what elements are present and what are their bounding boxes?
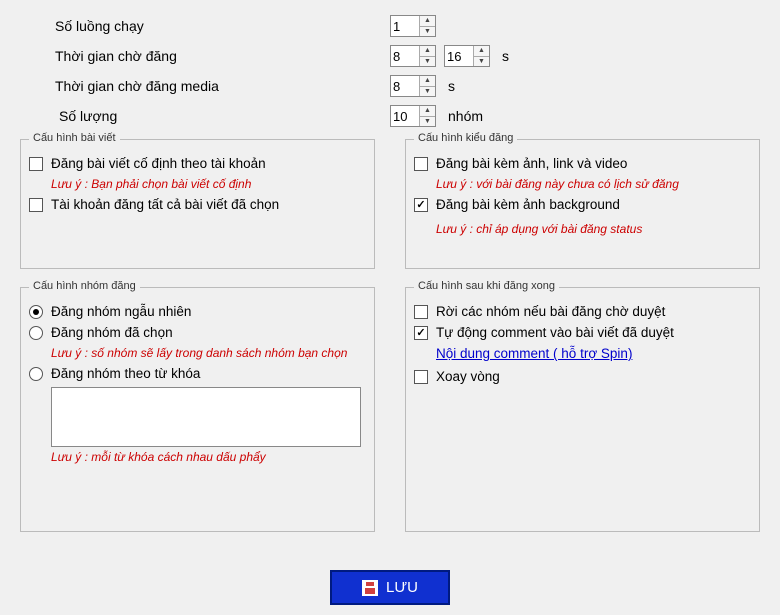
spinner-up-icon[interactable]: ▲ <box>420 46 435 57</box>
bg-label: Đăng bài kèm ảnh background <box>436 197 620 212</box>
wait-media-label: Thời gian chờ đăng media <box>55 78 390 94</box>
post-config-fieldset: Cấu hình bài viết Đăng bài viết cố định … <box>20 139 375 269</box>
random-group-radio[interactable] <box>29 305 43 319</box>
wait-post-min-input[interactable] <box>391 46 419 66</box>
spinner-up-icon[interactable]: ▲ <box>420 76 435 87</box>
wait-post-min-spinner[interactable]: ▲▼ <box>390 45 436 67</box>
random-group-label: Đăng nhóm ngẫu nhiên <box>51 304 191 319</box>
save-button-label: LƯU <box>386 579 418 596</box>
quantity-spinner[interactable]: ▲▼ <box>390 105 436 127</box>
spinner-up-icon[interactable]: ▲ <box>420 106 435 117</box>
auto-comment-label: Tự động comment vào bài viết đã duyệt <box>436 325 674 340</box>
wait-media-spinner[interactable]: ▲▼ <box>390 75 436 97</box>
spinner-down-icon[interactable]: ▼ <box>420 27 435 37</box>
style-config-fieldset: Cấu hình kiểu đăng Đăng bài kèm ảnh, lin… <box>405 139 760 269</box>
fixed-post-label: Đăng bài viết cố định theo tài khoản <box>51 156 266 171</box>
wait-post-max-input[interactable] <box>445 46 473 66</box>
quantity-input[interactable] <box>391 106 419 126</box>
save-button[interactable]: LƯU <box>330 570 450 605</box>
group-config-fieldset: Cấu hình nhóm đăng Đăng nhóm ngẫu nhiên … <box>20 287 375 532</box>
fixed-post-checkbox[interactable] <box>29 157 43 171</box>
chosen-note: Lưu ý : số nhóm sẽ lấy trong danh sách n… <box>51 346 366 360</box>
after-config-fieldset: Cấu hình sau khi đăng xong Rời các nhóm … <box>405 287 760 532</box>
chosen-group-label: Đăng nhóm đã chọn <box>51 325 173 340</box>
comment-content-link[interactable]: Nội dung comment ( hỗ trợ Spin) <box>436 346 751 361</box>
spinner-down-icon[interactable]: ▼ <box>420 57 435 67</box>
wait-media-unit: s <box>448 78 455 94</box>
all-posts-label: Tài khoản đăng tất cả bài viết đã chọn <box>51 197 279 212</box>
chosen-group-radio[interactable] <box>29 326 43 340</box>
media-note: Lưu ý : với bài đăng này chưa có lịch sử… <box>436 177 751 191</box>
save-icon <box>362 580 378 596</box>
threads-input[interactable] <box>391 16 419 36</box>
style-config-legend: Cấu hình kiểu đăng <box>414 132 517 144</box>
spinner-up-icon[interactable]: ▲ <box>474 46 489 57</box>
threads-label: Số luồng chạy <box>55 18 390 34</box>
keyword-group-radio[interactable] <box>29 367 43 381</box>
wait-post-unit: s <box>502 48 509 64</box>
keyword-group-label: Đăng nhóm theo từ khóa <box>51 366 200 381</box>
quantity-unit: nhóm <box>448 108 483 124</box>
after-config-legend: Cấu hình sau khi đăng xong <box>414 280 559 292</box>
wait-post-label: Thời gian chờ đăng <box>55 48 390 64</box>
top-rows: Số luồng chạy ▲▼ Thời gian chờ đăng ▲▼ ▲… <box>20 15 760 127</box>
fixed-post-note: Lưu ý : Bạn phải chọn bài viết cố định <box>51 177 366 191</box>
keyword-note: Lưu ý : mỗi từ khóa cách nhau dấu phẩy <box>51 450 366 464</box>
spinner-down-icon[interactable]: ▼ <box>420 117 435 127</box>
auto-comment-checkbox[interactable] <box>414 326 428 340</box>
media-checkbox[interactable] <box>414 157 428 171</box>
bg-note: Lưu ý : chỉ áp dụng với bài đăng status <box>436 222 751 236</box>
bg-checkbox[interactable] <box>414 198 428 212</box>
rotate-label: Xoay vòng <box>436 369 500 384</box>
keyword-textarea[interactable] <box>51 387 361 447</box>
wait-media-input[interactable] <box>391 76 419 96</box>
spinner-down-icon[interactable]: ▼ <box>474 57 489 67</box>
threads-spinner[interactable]: ▲▼ <box>390 15 436 37</box>
leave-checkbox[interactable] <box>414 305 428 319</box>
leave-label: Rời các nhóm nếu bài đăng chờ duyệt <box>436 304 665 319</box>
media-label: Đăng bài kèm ảnh, link và video <box>436 156 627 171</box>
group-config-legend: Cấu hình nhóm đăng <box>29 280 140 292</box>
spinner-down-icon[interactable]: ▼ <box>420 87 435 97</box>
wait-post-max-spinner[interactable]: ▲▼ <box>444 45 490 67</box>
post-config-legend: Cấu hình bài viết <box>29 132 120 144</box>
spinner-up-icon[interactable]: ▲ <box>420 16 435 27</box>
all-posts-checkbox[interactable] <box>29 198 43 212</box>
rotate-checkbox[interactable] <box>414 370 428 384</box>
quantity-label: Số lượng <box>55 108 390 124</box>
